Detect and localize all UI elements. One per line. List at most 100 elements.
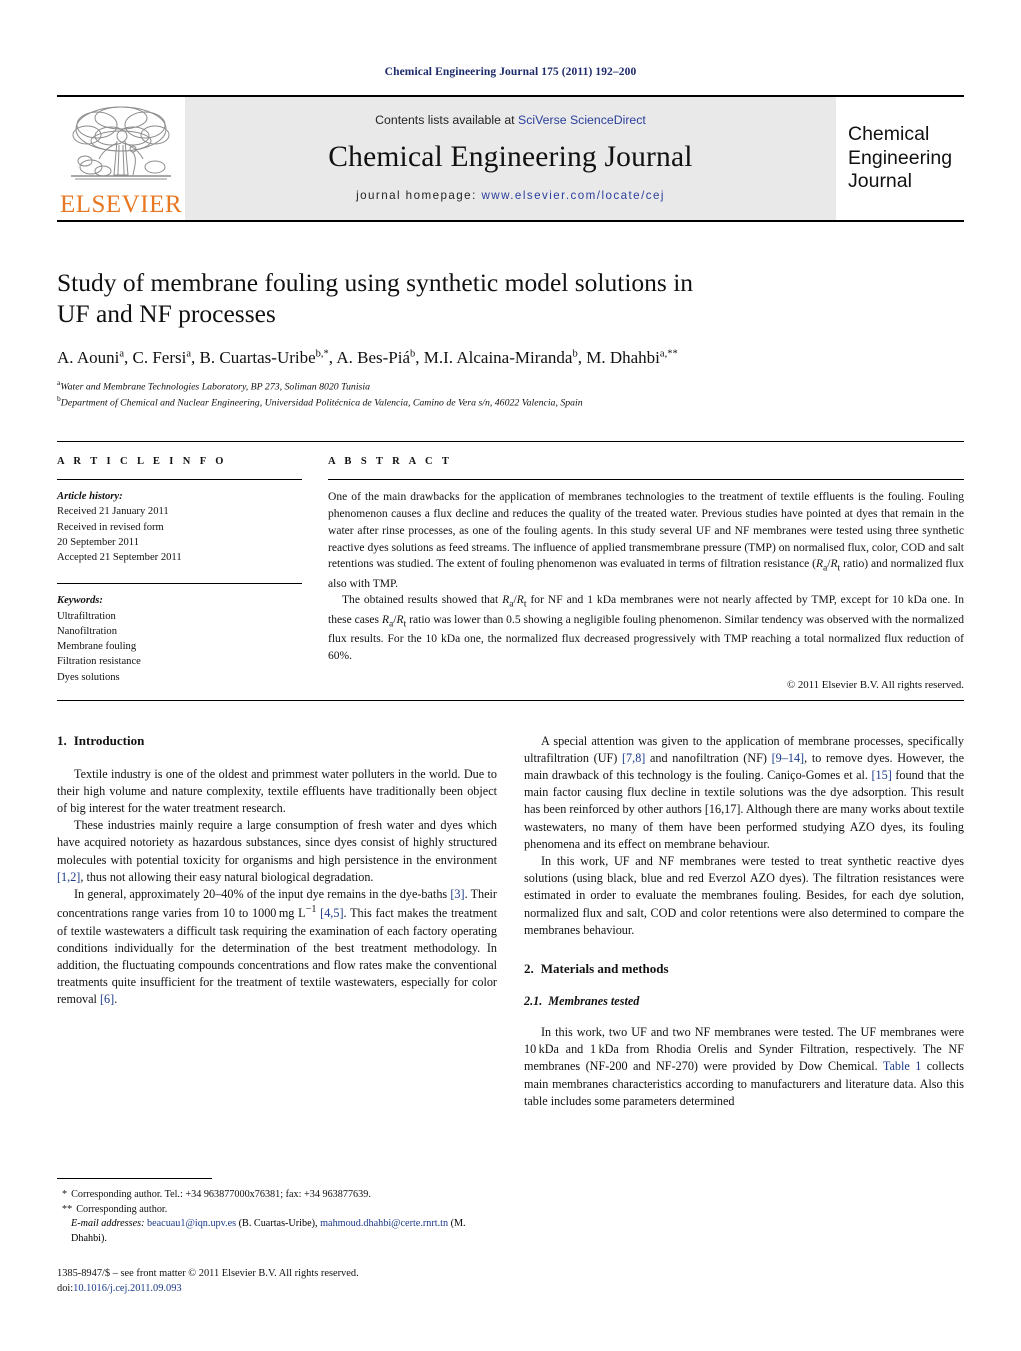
- email-link-1[interactable]: beacuau1@iqn.upv.es: [147, 1218, 236, 1229]
- keywords: Keywords: Ultrafiltration Nanofiltration…: [57, 584, 302, 685]
- paragraph: In general, approximately 20–40% of the …: [57, 887, 498, 1007]
- elsevier-tree-icon: [67, 103, 175, 191]
- footnote-region: * Corresponding author. Tel.: +34 9638770…: [57, 1177, 497, 1296]
- body-column-right: A special attention was given to the app…: [524, 733, 964, 1110]
- subsection-heading-membranes-tested: 2.1. Membranes tested: [524, 994, 964, 1009]
- author-name: M. Dhahbi: [586, 347, 660, 367]
- citation-link[interactable]: [7,8]: [622, 751, 645, 765]
- paragraph: These industries mainly require a large …: [57, 818, 497, 884]
- history-line: Accepted 21 September 2011: [57, 552, 182, 564]
- citation-link[interactable]: [6]: [100, 992, 114, 1006]
- section-number: 2.: [524, 961, 534, 977]
- paragraph: A special attention was given to the app…: [524, 733, 964, 851]
- abstract-paragraph: One of the main drawbacks for the applic…: [328, 491, 965, 590]
- citation-text: [16,17]: [704, 802, 741, 817]
- author-sup: b: [572, 348, 578, 360]
- elsevier-wordmark: ELSEVIER: [59, 191, 183, 218]
- info-abstract-region: A R T I C L E I N F O Article history: R…: [57, 441, 964, 691]
- running-head: Chemical Engineering Journal 175 (2011) …: [384, 66, 637, 78]
- subsection-number: 2.1.: [524, 994, 543, 1009]
- keywords-label: Keywords:: [57, 595, 103, 607]
- citation-link[interactable]: [3]: [450, 887, 464, 901]
- elsevier-logo: ELSEVIER: [57, 97, 185, 220]
- sciencedirect-link[interactable]: SciVerse ScienceDirect: [518, 113, 646, 127]
- doi-label: doi:: [57, 1282, 74, 1294]
- article-info-heading: A R T I C L E I N F O: [57, 456, 227, 468]
- footnote-emails: E-mail addresses: beacuau1@iqn.upv.es (B…: [57, 1217, 497, 1246]
- affiliation-text: Department of Chemical and Nuclear Engin…: [60, 397, 583, 409]
- doi-line: doi:10.1016/j.cej.2011.09.093: [57, 1281, 497, 1296]
- title-block: Study of membrane fouling using syntheti…: [57, 267, 964, 410]
- journal-banner: Contents lists available at SciVerse Sci…: [185, 97, 836, 220]
- divider: [328, 479, 964, 481]
- keyword-item: Membrane fouling: [57, 641, 137, 653]
- author-name: A. Bes-Piá: [336, 347, 411, 367]
- section-heading-materials-and-methods: 2. Materials and methods: [524, 961, 964, 977]
- citation-link[interactable]: [15]: [872, 768, 892, 782]
- citation-link[interactable]: [4,5]: [320, 906, 343, 920]
- affiliation-list: aWater and Membrane Technologies Laborat…: [57, 378, 964, 410]
- journal-homepage-line: journal homepage: www.elsevier.com/locat…: [356, 189, 665, 202]
- author-sup: b,*: [315, 348, 329, 360]
- footnote-divider: [57, 1177, 212, 1179]
- journal-article-page: Chemical Engineering Journal 175 (2011) …: [0, 0, 1021, 1351]
- cover-line-1: Chemical: [848, 122, 930, 145]
- homepage-url-link[interactable]: www.elsevier.com/locate/cej: [481, 189, 664, 202]
- cover-line-3: Journal: [848, 170, 912, 193]
- article-body: 1. Introduction Textile industry is one o…: [57, 733, 964, 1110]
- citation-link[interactable]: [1,2]: [57, 870, 80, 884]
- email-link-2[interactable]: mahmoud.dhahbi@certe.rnrt.tn: [320, 1218, 448, 1229]
- author-sup: a: [119, 348, 125, 360]
- homepage-prefix: journal homepage:: [356, 189, 477, 202]
- author-name: M.I. Alcaina-Miranda: [423, 347, 573, 367]
- author-sup: a,**: [659, 348, 678, 360]
- journal-cover-text: Chemical Engineering Journal: [836, 97, 964, 220]
- abstract-body: One of the main drawbacks for the applic…: [328, 489, 964, 664]
- table-1-link[interactable]: Table 1: [883, 1059, 921, 1073]
- author-list: A. Aounia, C. Fersia, B. Cuartas-Uribeb,…: [57, 347, 678, 367]
- author-sup: b: [410, 348, 416, 360]
- contents-lists-line: Contents lists available at SciVerse Sci…: [375, 113, 646, 127]
- author-name: B. Cuartas-Uribe: [199, 347, 316, 367]
- section-title: Introduction: [73, 732, 145, 748]
- affiliation-text: Water and Membrane Technologies Laborato…: [60, 381, 370, 393]
- history-line: 20 September 2011: [57, 536, 139, 548]
- page-title: Study of membrane fouling using syntheti…: [57, 267, 964, 330]
- issn-line: 1385-8947/$ – see front matter © 2011 El…: [57, 1267, 359, 1279]
- keyword-item: Ultrafiltration: [57, 610, 116, 622]
- contents-prefix: Contents lists available at: [375, 113, 515, 127]
- journal-masthead: ELSEVIER Contents lists available at Sci…: [57, 95, 964, 222]
- section-heading-introduction: 1. Introduction: [57, 733, 497, 749]
- doi-link[interactable]: 10.1016/j.cej.2011.09.093: [73, 1283, 181, 1294]
- article-history-label: Article history:: [57, 491, 123, 503]
- keywords-block: Keywords: Ultrafiltration Nanofiltration…: [57, 583, 302, 685]
- article-info-column: A R T I C L E I N F O Article history: R…: [57, 456, 302, 690]
- article-history: Article history: Received 21 January 201…: [57, 480, 302, 565]
- affiliation-item: bDepartment of Chemical and Nuclear Engi…: [57, 394, 964, 410]
- journal-title: Chemical Engineering Journal: [328, 141, 693, 173]
- paragraph: Textile industry is one of the oldest an…: [57, 766, 497, 816]
- footnote-corresponding-author-1: * Corresponding author. Tel.: +34 9638770…: [57, 1188, 497, 1203]
- footnote-text: Corresponding author. Tel.: +34 96387700…: [71, 1188, 371, 1200]
- footnote-corresponding-author-2: ** Corresponding author.: [57, 1203, 497, 1218]
- footnote-mark: *: [62, 1188, 68, 1200]
- copyright-line: © 2011 Elsevier B.V. All rights reserved…: [786, 678, 964, 691]
- history-line: Received 21 January 2011: [57, 506, 169, 518]
- title-line-2: UF and NF processes: [57, 299, 276, 329]
- abstract-column: A B S T R A C T One of the main drawback…: [328, 456, 964, 691]
- paragraph: In this work, UF and NF membranes were t…: [524, 854, 964, 937]
- section-title: Materials and methods: [540, 961, 669, 977]
- author-name: A. Aouni: [57, 347, 120, 367]
- citation-link[interactable]: [9–14]: [772, 751, 805, 765]
- title-line-1: Study of membrane fouling using syntheti…: [57, 268, 694, 297]
- section-number: 1.: [57, 732, 67, 748]
- keyword-item: Dyes solutions: [57, 671, 120, 683]
- imprint-block: 1385-8947/$ – see front matter © 2011 El…: [57, 1266, 497, 1296]
- paragraph: In this work, two UF and two NF membrane…: [524, 1025, 964, 1108]
- footnote-mark: **: [62, 1203, 73, 1215]
- divider: [57, 699, 964, 701]
- affiliation-item: aWater and Membrane Technologies Laborat…: [57, 378, 964, 394]
- email-owner-1: (B. Cuartas-Uribe),: [238, 1218, 318, 1230]
- email-label: E-mail addresses:: [71, 1218, 145, 1230]
